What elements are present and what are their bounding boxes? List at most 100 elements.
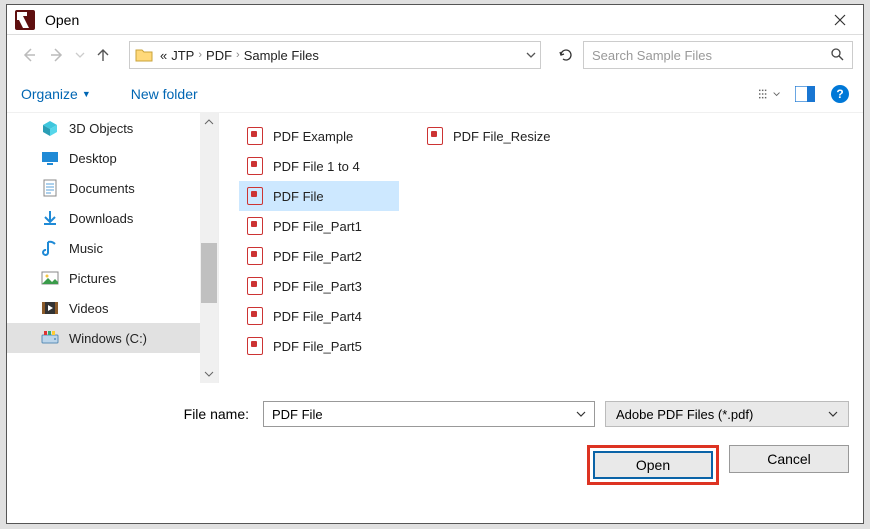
- close-button[interactable]: [817, 5, 863, 35]
- sidebar-scrollbar[interactable]: [200, 113, 218, 383]
- scroll-thumb[interactable]: [201, 243, 217, 303]
- sidebar-item-label: Downloads: [69, 211, 133, 226]
- pdf-icon: [247, 247, 263, 265]
- dialog-title: Open: [43, 12, 817, 28]
- filename-input[interactable]: PDF File: [263, 401, 595, 427]
- file-item[interactable]: PDF File 1 to 4: [239, 151, 399, 181]
- desktop-icon: [41, 149, 59, 167]
- filetype-filter[interactable]: Adobe PDF Files (*.pdf): [605, 401, 849, 427]
- 3d-icon: [41, 119, 59, 137]
- view-options-button[interactable]: [759, 85, 781, 103]
- help-button[interactable]: ?: [831, 85, 849, 103]
- file-label: PDF Example: [273, 129, 353, 144]
- navbar: « JTP › PDF › Sample Files Search Sample…: [7, 35, 863, 75]
- sidebar-item-documents[interactable]: Documents: [7, 173, 201, 203]
- new-folder-button[interactable]: New folder: [131, 86, 198, 102]
- titlebar: Open: [7, 5, 863, 35]
- address-dropdown[interactable]: [526, 48, 536, 63]
- pdf-icon: [247, 217, 263, 235]
- scroll-up-icon[interactable]: [200, 113, 218, 131]
- doc-icon: [41, 179, 59, 197]
- search-input[interactable]: Search Sample Files: [583, 41, 853, 69]
- scroll-down-icon[interactable]: [200, 365, 218, 383]
- sidebar-item-label: Documents: [69, 181, 135, 196]
- open-button[interactable]: Open: [593, 451, 713, 479]
- breadcrumb-item[interactable]: JTP: [171, 48, 194, 63]
- sidebar-item-desktop[interactable]: Desktop: [7, 143, 201, 173]
- sidebar-item-label: 3D Objects: [69, 121, 133, 136]
- breadcrumb-item[interactable]: Sample Files: [244, 48, 319, 63]
- file-label: PDF File_Part5: [273, 339, 362, 354]
- chevron-down-icon[interactable]: [828, 407, 838, 422]
- sidebar-item-label: Videos: [69, 301, 109, 316]
- file-label: PDF File_Part2: [273, 249, 362, 264]
- filename-value: PDF File: [272, 407, 323, 422]
- chevron-right-icon: ›: [236, 49, 240, 61]
- sidebar-item-pictures[interactable]: Pictures: [7, 263, 201, 293]
- filter-value: Adobe PDF Files (*.pdf): [616, 407, 753, 422]
- forward-button[interactable]: [45, 43, 69, 67]
- pic-icon: [41, 269, 59, 287]
- sidebar-item-downloads[interactable]: Downloads: [7, 203, 201, 233]
- file-label: PDF File_Resize: [453, 129, 551, 144]
- toolbar: Organize ▼ New folder ?: [7, 75, 863, 113]
- up-button[interactable]: [91, 43, 115, 67]
- pdf-icon: [247, 277, 263, 295]
- chevron-down-icon: ▼: [82, 89, 91, 99]
- sidebar-item-music[interactable]: Music: [7, 233, 201, 263]
- organize-menu[interactable]: Organize: [21, 86, 78, 102]
- back-button[interactable]: [17, 43, 41, 67]
- chevron-down-icon[interactable]: [576, 407, 586, 422]
- sidebar-item-videos[interactable]: Videos: [7, 293, 201, 323]
- refresh-button[interactable]: [551, 41, 579, 69]
- pdf-icon: [247, 187, 263, 205]
- file-label: PDF File: [273, 189, 324, 204]
- sidebar-item-label: Windows (C:): [69, 331, 147, 346]
- sidebar-item-windows-c-[interactable]: Windows (C:): [7, 323, 201, 353]
- sidebar-item-3d-objects[interactable]: 3D Objects: [7, 113, 201, 143]
- sidebar-item-label: Music: [69, 241, 103, 256]
- pdf-icon: [247, 307, 263, 325]
- file-label: PDF File 1 to 4: [273, 159, 360, 174]
- search-placeholder: Search Sample Files: [592, 48, 712, 63]
- file-item[interactable]: PDF Example: [239, 121, 399, 151]
- file-item[interactable]: PDF File_Part2: [239, 241, 399, 271]
- app-icon: [15, 10, 35, 30]
- footer: File name: PDF File Adobe PDF Files (*.p…: [7, 383, 863, 499]
- cancel-button[interactable]: Cancel: [729, 445, 849, 473]
- file-label: PDF File_Part3: [273, 279, 362, 294]
- breadcrumb-item[interactable]: PDF: [206, 48, 232, 63]
- address-bar[interactable]: « JTP › PDF › Sample Files: [129, 41, 541, 69]
- sidebar: 3D Objects Desktop Documents Downloads Music…: [7, 113, 219, 383]
- down-icon: [41, 209, 59, 227]
- breadcrumb[interactable]: « JTP › PDF › Sample Files: [160, 48, 319, 63]
- pdf-icon: [247, 157, 263, 175]
- file-label: PDF File_Part1: [273, 219, 362, 234]
- folder-icon: [134, 45, 154, 65]
- preview-pane-button[interactable]: [795, 85, 817, 103]
- pdf-icon: [247, 127, 263, 145]
- file-item[interactable]: PDF File: [239, 181, 399, 211]
- body: 3D Objects Desktop Documents Downloads Music…: [7, 113, 863, 383]
- open-button-highlight: Open: [587, 445, 719, 485]
- file-pane[interactable]: PDF Example PDF File 1 to 4 PDF File PDF Fi…: [219, 113, 863, 383]
- breadcrumb-prefix: «: [160, 48, 167, 63]
- file-item[interactable]: PDF File_Part4: [239, 301, 399, 331]
- pdf-icon: [427, 127, 443, 145]
- pdf-icon: [247, 337, 263, 355]
- sidebar-item-label: Pictures: [69, 271, 116, 286]
- search-icon: [830, 47, 844, 64]
- file-item[interactable]: PDF File_Part5: [239, 331, 399, 361]
- file-item[interactable]: PDF File_Part3: [239, 271, 399, 301]
- drive-icon: [41, 329, 59, 347]
- file-label: PDF File_Part4: [273, 309, 362, 324]
- chevron-right-icon: ›: [198, 49, 202, 61]
- filename-label: File name:: [21, 406, 253, 422]
- history-dropdown[interactable]: [75, 48, 85, 63]
- sidebar-item-label: Desktop: [69, 151, 117, 166]
- file-item[interactable]: PDF File_Resize: [419, 121, 579, 151]
- video-icon: [41, 299, 59, 317]
- open-dialog: Open « JTP › PDF › Sample: [6, 4, 864, 524]
- file-item[interactable]: PDF File_Part1: [239, 211, 399, 241]
- music-icon: [41, 239, 59, 257]
